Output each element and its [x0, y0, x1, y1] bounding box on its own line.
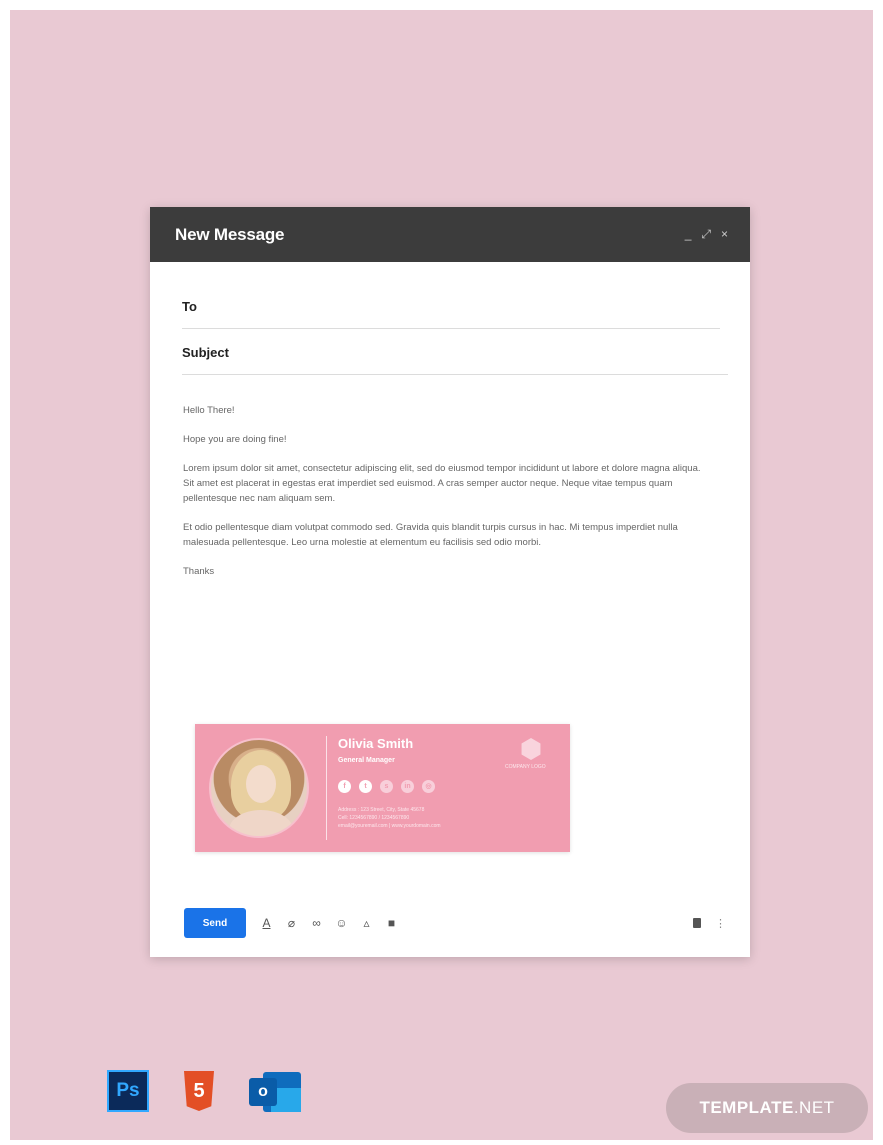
send-button[interactable]: Send	[184, 908, 246, 938]
compose-title: New Message	[175, 224, 285, 244]
trash-icon[interactable]	[693, 918, 701, 928]
subject-field[interactable]: Subject	[182, 345, 728, 375]
window-controls: _ ⤢ ×	[685, 227, 728, 242]
compose-header: New Message _ ⤢ ×	[150, 207, 750, 262]
brand-net: .NET	[793, 1098, 835, 1117]
subject-label: Subject	[182, 345, 229, 360]
social-icons: f t s in ◎	[338, 780, 435, 793]
photoshop-icon: Ps	[107, 1070, 149, 1112]
format-badges: Ps 5 o	[107, 1068, 301, 1114]
expand-icon[interactable]: ⤢	[701, 227, 711, 242]
formatting-tools: A ⌀ ∞ ☺ ▵ ■	[260, 916, 398, 930]
body-paragraph: Lorem ipsum dolor sit amet, consectetur …	[183, 463, 701, 504]
closing: Thanks	[183, 566, 215, 577]
message-body[interactable]: Hello There! Hope you are doing fine! Lo…	[183, 403, 703, 593]
drive-icon[interactable]: ▵	[360, 916, 373, 930]
linkedin-icon[interactable]: in	[401, 780, 414, 793]
avatar	[209, 738, 309, 838]
compose-toolbar: Send A ⌀ ∞ ☺ ▵ ■ ⋮	[184, 908, 726, 938]
signature-contact: Address : 123 Street, City, State 45678 …	[338, 806, 441, 830]
company-logo-icon	[521, 738, 541, 760]
email-signature: Olivia Smith General Manager f t s in ◎ …	[195, 724, 570, 852]
signature-name: Olivia Smith	[338, 736, 414, 751]
twitter-icon[interactable]: t	[359, 780, 372, 793]
to-label: To	[182, 299, 197, 314]
toolbar-right: ⋮	[693, 917, 726, 930]
signature-divider	[326, 736, 327, 840]
signature-address: Address : 123 Street, City, State 45678	[338, 807, 425, 813]
outlook-icon: o	[249, 1068, 301, 1114]
instagram-icon[interactable]: ◎	[422, 780, 435, 793]
body-paragraph: Et odio pellentesque diam volutpat commo…	[183, 522, 678, 548]
signature-phone: Cell: 1234567890 / 1234567890	[338, 815, 410, 821]
skype-icon[interactable]: s	[380, 780, 393, 793]
close-icon[interactable]: ×	[721, 227, 728, 242]
more-options-icon[interactable]: ⋮	[715, 917, 726, 930]
body-line: Hope you are doing fine!	[183, 434, 287, 445]
minimize-icon[interactable]: _	[685, 227, 692, 242]
compose-window: New Message _ ⤢ × To Subject Hello There…	[150, 207, 750, 957]
signature-role: General Manager	[338, 757, 395, 764]
link-icon[interactable]: ∞	[310, 916, 323, 930]
to-field[interactable]: To	[182, 299, 720, 329]
signature-email: email@youremail.com | www.yourdomain.com	[338, 823, 441, 829]
photo-icon[interactable]: ■	[385, 916, 398, 930]
html5-icon: 5	[184, 1071, 214, 1111]
template-net-logo: TEMPLATE .NET	[666, 1083, 868, 1133]
emoji-icon[interactable]: ☺	[335, 916, 348, 930]
greeting: Hello There!	[183, 405, 235, 416]
text-format-icon[interactable]: A	[260, 916, 273, 930]
company-logo-text: COMPANY LOGO	[505, 764, 546, 770]
brand-template: TEMPLATE	[699, 1098, 794, 1117]
facebook-icon[interactable]: f	[338, 780, 351, 793]
attach-icon[interactable]: ⌀	[285, 916, 298, 930]
